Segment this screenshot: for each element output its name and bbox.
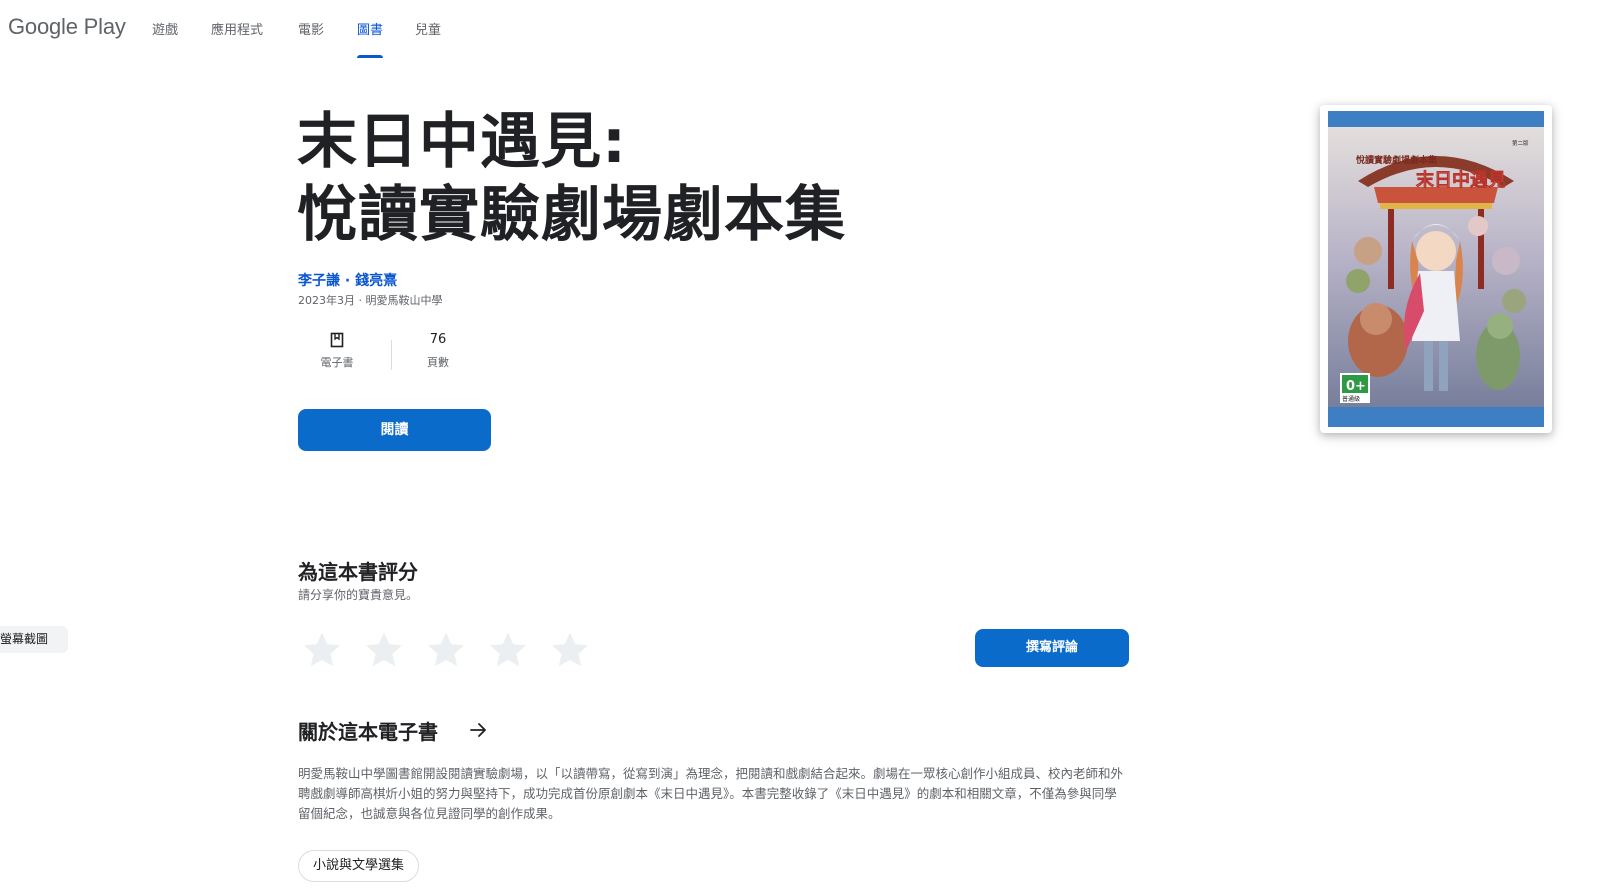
cover-edition-text: 第二版 [1512, 139, 1529, 147]
book-publish-meta: 2023年3月 · 明愛馬鞍山中學 [298, 294, 443, 307]
book-title-line-2: 悅讀實驗劇場劇本集 [297, 180, 846, 250]
rate-section-title: 為這本書評分 [298, 560, 418, 584]
about-section-title[interactable]: 關於這本電子書 [298, 716, 438, 745]
ebook-icon [330, 332, 344, 347]
stat-pages-label: 頁數 [427, 356, 449, 369]
top-app-bar: Google Play 遊戲 應用程式 電影 圖書 兒童 [0, 0, 1600, 60]
book-cover[interactable]: 悅讀實驗劇場劇本集 末日中遇見 第二版 0+ 普通級 [1320, 105, 1552, 433]
book-cover-art: 悅讀實驗劇場劇本集 末日中遇見 第二版 0+ 普通級 [1328, 111, 1544, 427]
star-3-icon[interactable] [424, 628, 468, 672]
star-2-icon[interactable] [362, 628, 406, 672]
nav-tab-books[interactable]: 圖書 [357, 19, 383, 38]
star-4-icon[interactable] [486, 628, 530, 672]
star-5-icon[interactable] [548, 628, 592, 672]
stat-divider [391, 340, 392, 370]
active-tab-indicator [357, 55, 383, 58]
nav-tab-apps[interactable]: 應用程式 [211, 19, 263, 38]
about-description: 明愛馬鞍山中學圖書館開設閱讀實驗劇場，以「以讀帶寫，從寫到演」為理念，把閱讀和戲… [298, 766, 1124, 821]
page: Google Play 遊戲 應用程式 電影 圖書 兒童 末日中遇見: 悅讀實驗… [0, 0, 1600, 893]
google-play-logo[interactable]: Google Play [8, 14, 126, 40]
screenshots-chip[interactable]: 螢幕截圖 [0, 626, 68, 653]
rate-section-subtitle: 請分享你的寶貴意見。 [298, 588, 419, 602]
stat-pages: 76 頁數 [393, 330, 483, 370]
cover-series-text: 悅讀實驗劇場劇本集 [1356, 154, 1438, 166]
book-title: 末日中遇見: 悅讀實驗劇場劇本集 [297, 106, 846, 252]
nav-tab-movies[interactable]: 電影 [298, 19, 324, 38]
stat-format-label: 電子書 [320, 356, 354, 369]
stat-pages-value: 76 [429, 332, 447, 347]
read-button[interactable]: 閱讀 [298, 409, 491, 451]
book-authors-link[interactable]: 李子謙 · 錢亮熹 [298, 270, 397, 290]
star-1-icon[interactable] [300, 628, 344, 672]
cover-illustration: 悅讀實驗劇場劇本集 末日中遇見 第二版 0+ 普通級 [1328, 111, 1544, 427]
cover-rating-text: 普通級 [1342, 395, 1360, 403]
book-title-line-1: 末日中遇見: [297, 107, 627, 177]
genre-chip[interactable]: 小說與文學選集 [298, 850, 420, 882]
nav-tab-games[interactable]: 遊戲 [152, 19, 178, 38]
cover-title-text: 末日中遇見 [1416, 169, 1506, 191]
write-review-button[interactable]: 撰寫評論 [975, 629, 1129, 667]
nav-tab-kids[interactable]: 兒童 [415, 19, 441, 38]
arrow-forward-icon[interactable] [466, 718, 490, 742]
cover-rating-badge: 0+ [1346, 379, 1366, 394]
stat-format: 電子書 [292, 330, 382, 370]
